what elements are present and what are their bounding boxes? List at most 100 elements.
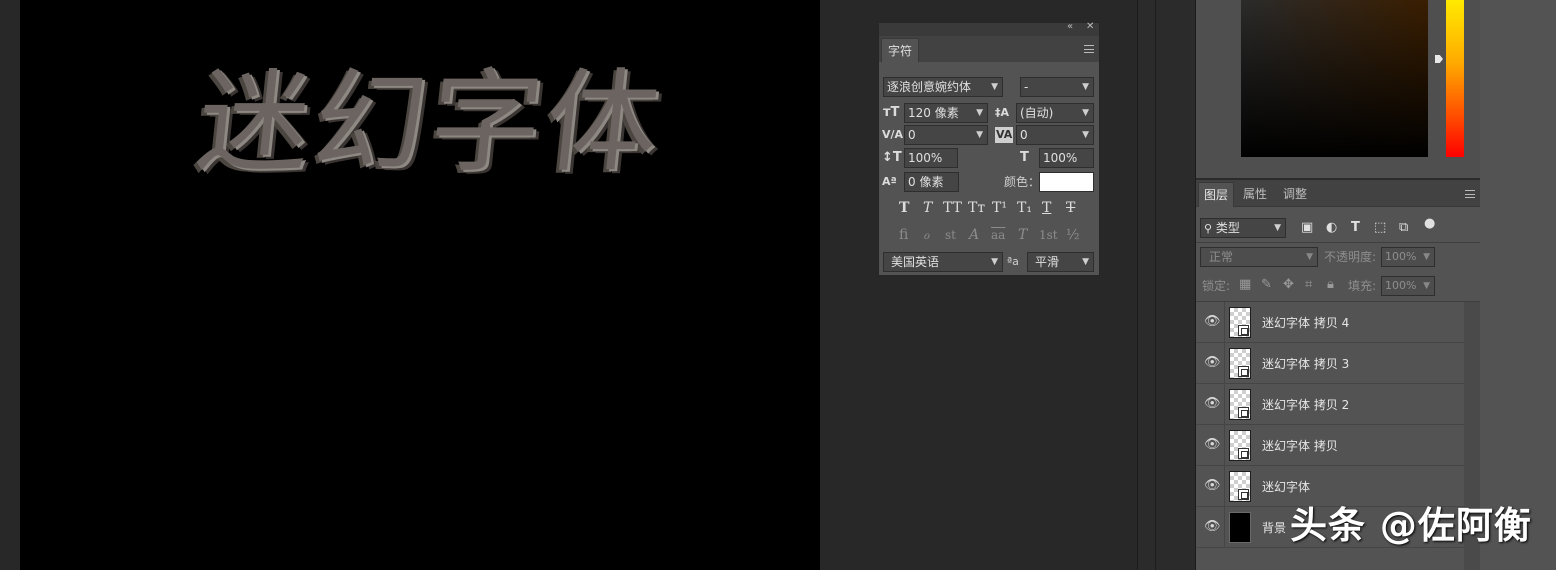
- layer-name[interactable]: 迷幻字体 拷贝: [1262, 437, 1338, 454]
- chevron-down-icon: ▼: [1306, 252, 1313, 262]
- baseline-shift-field[interactable]: 0 像素: [904, 172, 959, 192]
- fill-field[interactable]: 100% ▼: [1381, 276, 1435, 296]
- antialias-select[interactable]: 平滑 ▼: [1027, 252, 1094, 272]
- underline-button[interactable]: T: [1042, 198, 1051, 218]
- layer-row[interactable]: 👁︎ 迷幻字体 拷贝 4: [1196, 302, 1464, 343]
- kerning-field[interactable]: 0 ▼: [904, 125, 988, 145]
- opacity-label: 不透明度:: [1324, 250, 1377, 264]
- filter-type-icon[interactable]: T: [1351, 220, 1360, 236]
- lock-transparency-icon[interactable]: ▦: [1239, 277, 1251, 293]
- tab-properties[interactable]: 属性: [1236, 182, 1274, 207]
- filter-smartobject-icon[interactable]: ⧉: [1399, 220, 1408, 236]
- eye-icon[interactable]: 👁︎: [1204, 315, 1221, 329]
- superscript-button[interactable]: T¹: [992, 198, 1007, 218]
- layer-name[interactable]: 迷幻字体 拷贝 3: [1262, 355, 1349, 372]
- font-style-select[interactable]: - ▼: [1020, 77, 1094, 97]
- watermark: 头条 @佐阿衡: [1290, 504, 1532, 547]
- layer-thumbnail: [1229, 471, 1251, 502]
- layer-filter-select[interactable]: ⚲ 类型 ▼: [1200, 218, 1286, 238]
- faux-bold-button[interactable]: T: [899, 198, 909, 218]
- eye-icon[interactable]: 👁︎: [1204, 438, 1221, 452]
- language-select[interactable]: 美国英语 ▼: [883, 252, 1003, 272]
- eye-icon[interactable]: 👁︎: [1204, 397, 1221, 411]
- layer-name[interactable]: 背景: [1262, 519, 1286, 536]
- leading-field[interactable]: (自动) ▼: [1016, 103, 1094, 123]
- color-swatch[interactable]: [1039, 172, 1094, 192]
- all-caps-button[interactable]: TT: [943, 198, 962, 218]
- layer-filter-value: 类型: [1215, 221, 1240, 235]
- ligatures-button[interactable]: ﬁ: [899, 225, 908, 245]
- fill-label: 填充:: [1348, 279, 1377, 293]
- tab-layers[interactable]: 图层: [1198, 182, 1234, 207]
- color-field[interactable]: [1241, 0, 1428, 157]
- fractions-button[interactable]: ½: [1066, 225, 1080, 245]
- layer-row[interactable]: 👁︎ 迷幻字体 拷贝: [1196, 425, 1464, 466]
- separator: [1224, 507, 1225, 548]
- close-icon[interactable]: ✕: [1086, 21, 1094, 32]
- filter-pixel-icon[interactable]: ▣: [1301, 220, 1313, 236]
- small-caps-button[interactable]: Tт: [968, 198, 985, 218]
- contextual-alternates-button[interactable]: ℴ: [923, 225, 929, 245]
- filter-shape-icon[interactable]: ⬚: [1374, 220, 1386, 236]
- layer-row[interactable]: 👁︎ 迷幻字体: [1196, 466, 1464, 507]
- chevron-down-icon: ▼: [1082, 82, 1089, 92]
- vertical-scale-field[interactable]: 100%: [904, 148, 958, 168]
- panel-menu-icon[interactable]: [1084, 45, 1094, 53]
- layer-thumbnail: [1229, 430, 1251, 461]
- strikethrough-button[interactable]: T: [1066, 198, 1075, 218]
- opacity-field[interactable]: 100% ▼: [1381, 247, 1435, 267]
- fill-value: 100%: [1385, 279, 1417, 292]
- opentype-buttons: ﬁ ℴ st A aa T 1st ½: [879, 225, 1099, 245]
- tab-adjustments[interactable]: 调整: [1276, 182, 1314, 207]
- faux-italic-button[interactable]: T: [923, 198, 932, 218]
- smart-object-icon: [1238, 489, 1249, 500]
- font-family-select[interactable]: 逐浪创意婉约体 ▼: [883, 77, 1003, 97]
- lock-brush-icon[interactable]: ✎: [1261, 277, 1272, 293]
- chevron-down-icon: ▼: [1082, 257, 1089, 267]
- discretionary-ligatures-button[interactable]: st: [945, 225, 956, 245]
- font-size-field[interactable]: 120 像素 ▼: [904, 103, 988, 123]
- layer-row[interactable]: 👁︎ 迷幻字体 拷贝 3: [1196, 343, 1464, 384]
- stylistic-alternates-button[interactable]: aa: [991, 225, 1005, 245]
- smart-object-icon: [1238, 325, 1249, 336]
- blend-mode-select[interactable]: 正常 ▼: [1200, 247, 1318, 267]
- document-canvas[interactable]: 迷幻字体: [20, 0, 820, 570]
- tracking-icon: VA: [995, 127, 1014, 143]
- blend-mode-value: 正常: [1209, 250, 1234, 264]
- hue-slider[interactable]: [1446, 0, 1464, 157]
- canvas-text-art[interactable]: 迷幻字体: [191, 58, 669, 188]
- ordinals-button[interactable]: 1st: [1039, 225, 1058, 245]
- lock-all-icon[interactable]: 🔒︎: [1327, 277, 1334, 293]
- layer-name[interactable]: 迷幻字体 拷贝 4: [1262, 314, 1349, 331]
- leading-value: (自动): [1020, 106, 1054, 120]
- eye-icon[interactable]: 👁︎: [1204, 479, 1221, 493]
- layer-name[interactable]: 迷幻字体 拷贝 2: [1262, 396, 1349, 413]
- horizontal-scale-field[interactable]: 100%: [1039, 148, 1094, 168]
- tab-character[interactable]: 字符: [881, 38, 919, 62]
- eye-icon[interactable]: 👁︎: [1204, 356, 1221, 370]
- dock-divider-2: [1155, 0, 1156, 570]
- layer-thumbnail: [1229, 307, 1251, 338]
- color-label: 颜色：: [1004, 175, 1041, 189]
- separator: [1224, 302, 1225, 343]
- subscript-button[interactable]: T₁: [1017, 198, 1032, 218]
- panel-menu-icon[interactable]: [1465, 190, 1475, 198]
- swash-button[interactable]: A: [969, 225, 979, 245]
- filter-adjustment-icon[interactable]: ◐: [1326, 220, 1337, 236]
- chevron-down-icon: ▼: [1274, 223, 1281, 233]
- search-icon: ⚲: [1204, 222, 1213, 235]
- character-panel-titlebar[interactable]: « ✕: [879, 21, 1099, 36]
- layer-row[interactable]: 👁︎ 迷幻字体 拷贝 2: [1196, 384, 1464, 425]
- font-size-icon: ᴛT: [883, 105, 900, 120]
- titling-alternates-button[interactable]: T: [1018, 225, 1027, 245]
- tracking-field[interactable]: 0 ▼: [1016, 125, 1094, 145]
- filter-toggle-icon[interactable]: ●: [1424, 216, 1435, 232]
- character-panel-tabbar: 字符: [879, 36, 1099, 62]
- layer-name[interactable]: 迷幻字体: [1262, 478, 1310, 495]
- lock-artboard-icon[interactable]: ⌗: [1305, 277, 1312, 293]
- baseline-shift-icon: Aª: [882, 175, 897, 188]
- baseline-shift-value: 0 像素: [908, 175, 944, 189]
- lock-position-icon[interactable]: ✥: [1283, 277, 1294, 293]
- collapse-icon[interactable]: «: [1067, 21, 1073, 32]
- eye-icon[interactable]: 👁︎: [1204, 520, 1221, 534]
